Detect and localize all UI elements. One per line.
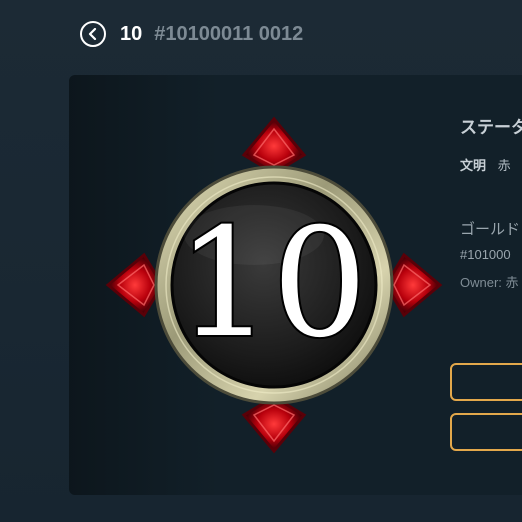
civilization-label: 文明 — [460, 158, 487, 173]
badge-image: 10 — [105, 116, 443, 454]
owner-text: Owner: 赤 — [460, 275, 519, 290]
header: 10 #10100011 0012 — [80, 19, 303, 49]
action-button-1[interactable] — [450, 363, 522, 401]
back-button[interactable] — [80, 21, 106, 47]
gem-bottom — [241, 395, 307, 454]
page-title: 10 — [120, 22, 143, 45]
token-id: #101000 — [460, 247, 511, 262]
gem-right — [384, 252, 443, 318]
item-name: ゴールド — [460, 221, 521, 238]
civilization-value: 赤 — [497, 158, 511, 173]
gem-top — [241, 116, 307, 175]
page: 10 #10100011 0012 10 ステータ 文明 赤 ゴールド #101… — [0, 0, 522, 522]
token-id-header: #10100011 0012 — [154, 22, 304, 45]
badge-numeral: 10 — [177, 197, 368, 371]
civilization-row: 文明 赤 — [460, 155, 522, 174]
chevron-left-icon — [88, 28, 97, 40]
gem-left — [105, 252, 164, 318]
status-title: ステータ — [460, 118, 522, 137]
info-panel: ステータ 文明 赤 ゴールド #101000 Owner: 赤 — [460, 113, 522, 291]
action-button-2[interactable] — [450, 413, 522, 451]
